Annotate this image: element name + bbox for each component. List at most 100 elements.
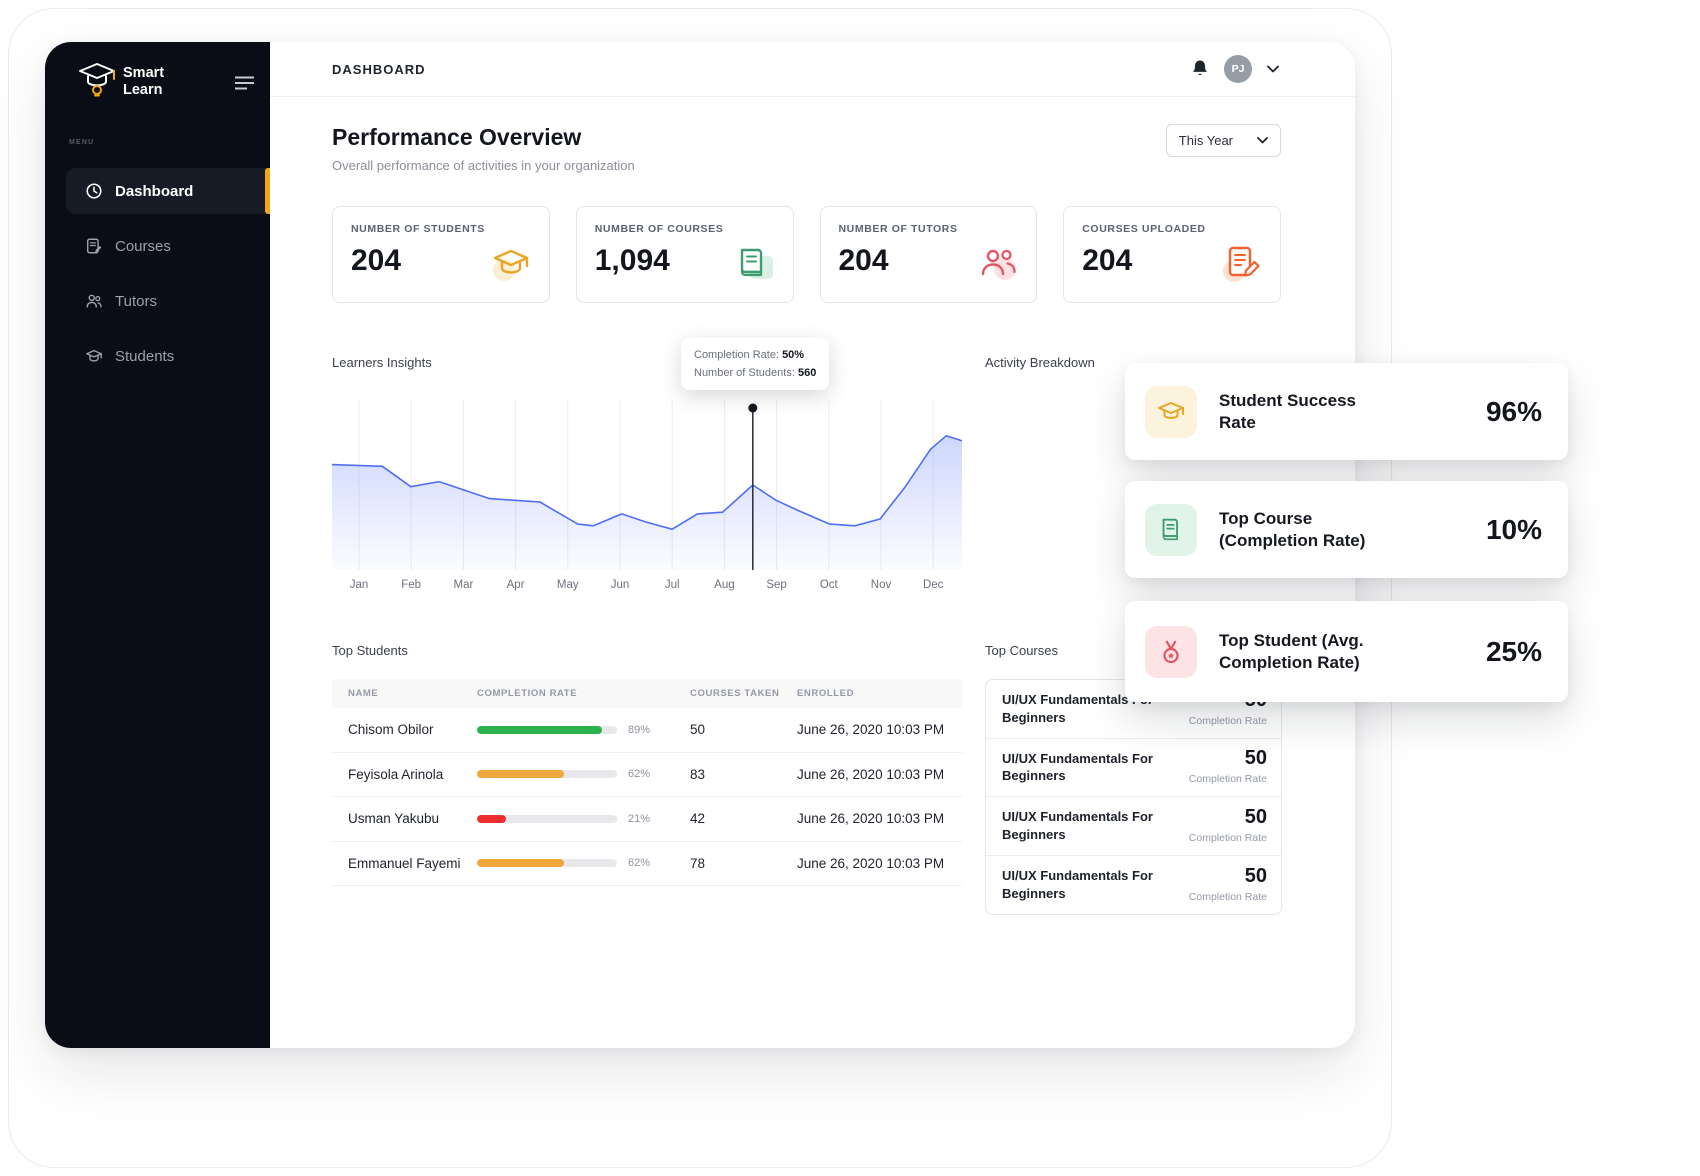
dashboard-icon: [85, 182, 103, 200]
completion-bar: [477, 770, 617, 778]
chart-x-label: Jul: [646, 579, 698, 591]
learners-insights-title: Learners Insights: [332, 355, 432, 370]
enrolled-date: June 26, 2020 10:03 PM: [797, 722, 962, 737]
stat-label: NUMBER OF STUDENTS: [351, 223, 531, 235]
list-item: UI/UX Fundamentals For Beginners 50Compl…: [986, 739, 1281, 798]
enrolled-date: June 26, 2020 10:03 PM: [797, 767, 962, 782]
graduation-cap-icon: [1145, 386, 1197, 438]
course-caption: Completion Rate: [1189, 891, 1267, 903]
chart-x-label: Apr: [490, 579, 542, 591]
student-name: Usman Yakubu: [332, 811, 477, 826]
course-name: UI/UX Fundamentals For Beginners: [1002, 808, 1154, 843]
sidebar-item-tutors[interactable]: Tutors: [66, 278, 270, 324]
activity-card-title: Top Course (Completion Rate): [1219, 508, 1394, 552]
menu-section-label: MENU: [69, 139, 270, 146]
page-subtitle: Overall performance of activities in you…: [332, 158, 635, 173]
sidebar-item-courses[interactable]: Courses: [66, 223, 270, 269]
avatar[interactable]: PJ: [1224, 55, 1252, 83]
medal-icon: [1145, 626, 1197, 678]
table-row: Emmanuel Fayemi 62% 78 June 26, 2020 10:…: [332, 842, 962, 887]
course-value: 50: [1245, 865, 1267, 887]
list-item: UI/UX Fundamentals For Beginners 50 Compl…: [986, 856, 1281, 915]
completion-bar: [477, 859, 617, 867]
document-edit-icon: [1220, 241, 1264, 290]
chart-tooltip: Completion Rate: 50% Number of Students:…: [681, 338, 829, 390]
table-row: Usman Yakubu 21% 42 June 26, 2020 10:03 …: [332, 797, 962, 842]
completion-bar: [477, 815, 617, 823]
page-heading-block: Performance Overview Overall performance…: [332, 124, 635, 173]
activity-card-title: Top Student (Avg. Completion Rate): [1219, 630, 1394, 674]
completion-percent: 62%: [628, 768, 650, 780]
book-icon: [1145, 504, 1197, 556]
completion-percent: 89%: [628, 724, 650, 736]
activity-card-value: 96%: [1486, 396, 1542, 428]
page-breadcrumb: DASHBOARD: [332, 62, 426, 77]
book-icon: [733, 241, 777, 290]
notification-bell-icon[interactable]: [1191, 59, 1209, 79]
sidebar-item-label: Dashboard: [115, 183, 193, 200]
course-caption: Completion Rate: [1189, 832, 1267, 844]
activity-card-top-course: Top Course (Completion Rate) 10%: [1125, 481, 1568, 578]
sidebar-item-label: Tutors: [115, 293, 157, 310]
activity-card-title: Student Success Rate: [1219, 390, 1394, 434]
student-name: Emmanuel Fayemi: [332, 856, 477, 871]
tutors-icon: [85, 292, 103, 310]
stat-label: NUMBER OF TUTORS: [839, 223, 1019, 235]
chart-x-label: Jun: [594, 579, 646, 591]
screen: Smart Learn MENU Dashboard: [0, 0, 1700, 1176]
activity-card-student-success: Student Success Rate 96%: [1125, 363, 1568, 460]
table-row: Feyisola Arinola 62% 83 June 26, 2020 10…: [332, 753, 962, 798]
top-courses-panel: UI/UX Fundamentals For Beginners 50 Compl…: [985, 679, 1282, 915]
stat-label: NUMBER OF COURSES: [595, 223, 775, 235]
chart-x-label: Oct: [803, 579, 855, 591]
sidebar-item-label: Courses: [115, 238, 171, 255]
graduation-cap-icon: [489, 241, 533, 290]
topbar: DASHBOARD PJ: [270, 42, 1355, 97]
hamburger-menu-icon[interactable]: [235, 76, 254, 95]
sidebar-item-dashboard[interactable]: Dashboard: [66, 168, 270, 214]
top-students-title: Top Students: [332, 643, 962, 658]
chart-x-label: Sep: [751, 579, 803, 591]
stat-card-courses: NUMBER OF COURSES 1,094: [576, 206, 794, 303]
chart-plot-area[interactable]: [332, 400, 962, 570]
student-name: Chisom Obilor: [332, 722, 477, 737]
courses-taken: 83: [690, 767, 797, 782]
courses-taken: 42: [690, 811, 797, 826]
sidebar-item-students[interactable]: Students: [66, 333, 270, 379]
sidebar-item-label: Students: [115, 348, 174, 365]
table-header: NAME COMPLETION RATE COURSES TAKEN ENROL…: [332, 679, 962, 708]
top-students-table: NAME COMPLETION RATE COURSES TAKEN ENROL…: [332, 679, 962, 886]
profile-chevron-down-icon[interactable]: [1267, 65, 1279, 73]
completion-percent: 21%: [628, 813, 650, 825]
top-students-section: Top Students NAME COMPLETION RATE COURSE…: [332, 643, 962, 886]
logo-text: Smart Learn: [123, 65, 164, 98]
course-name: UI/UX Fundamentals For Beginners: [1002, 750, 1154, 785]
activity-card-value: 10%: [1486, 514, 1542, 546]
stats-row: NUMBER OF STUDENTS 204 NUMBER OF COURSES…: [332, 206, 1281, 303]
courses-taken: 78: [690, 856, 797, 871]
smartlearn-logo: Smart Learn: [77, 60, 164, 103]
course-name: UI/UX Fundamentals For Beginners: [1002, 867, 1154, 902]
completion-percent: 62%: [628, 857, 650, 869]
sidebar: Smart Learn MENU Dashboard: [45, 42, 270, 1048]
chart-x-axis: JanFebMarAprMayJunJulAugSepOctNovDec: [332, 579, 962, 595]
chart-x-label: Nov: [855, 579, 907, 591]
learners-insights-chart[interactable]: Completion Rate: 50% Number of Students:…: [332, 400, 962, 570]
course-caption: Completion Rate: [1189, 773, 1267, 785]
course-caption: Completion Rate: [1189, 715, 1267, 727]
courses-taken: 50: [690, 722, 797, 737]
courses-icon: [85, 237, 103, 255]
activity-card-top-student: Top Student (Avg. Completion Rate) 25%: [1125, 601, 1568, 702]
period-select[interactable]: This Year: [1166, 124, 1281, 157]
stat-card-uploaded: COURSES UPLOADED 204: [1063, 206, 1281, 303]
completion-bar: [477, 726, 617, 734]
enrolled-date: June 26, 2020 10:03 PM: [797, 811, 962, 826]
table-row: Chisom Obilor 89% 50 June 26, 2020 10:03…: [332, 708, 962, 753]
enrolled-date: June 26, 2020 10:03 PM: [797, 856, 962, 871]
chart-x-label: Jan: [333, 579, 385, 591]
activity-card-value: 25%: [1486, 636, 1542, 668]
course-value: 50: [1245, 806, 1267, 828]
chart-x-label: Mar: [437, 579, 489, 591]
activity-breakdown-title: Activity Breakdown: [985, 355, 1095, 370]
stat-card-students: NUMBER OF STUDENTS 204: [332, 206, 550, 303]
